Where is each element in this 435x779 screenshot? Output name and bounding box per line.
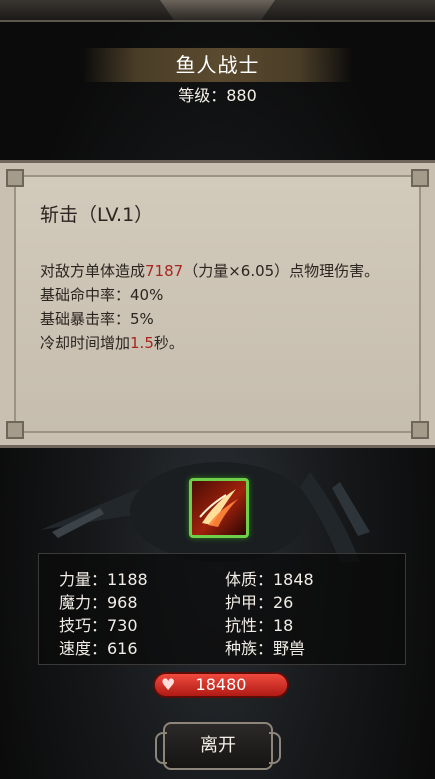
stat-race: 种族：野兽 — [225, 639, 306, 658]
hit-rate: 基础命中率：40% — [40, 286, 164, 304]
top-ornament — [0, 0, 435, 22]
hp-bar: ♥ 18480 — [153, 672, 289, 698]
stat-armor: 护甲：26 — [225, 593, 294, 612]
stat-strength: 力量：1188 — [59, 570, 148, 589]
monster-level: 等级：880 — [0, 82, 435, 106]
stat-skill: 技巧：730 — [59, 616, 138, 635]
monster-stats: 力量：1188 魔力：968 技巧：730 速度：616 体质：1848 护甲：… — [38, 553, 406, 665]
damage-value: 7187 — [145, 262, 184, 280]
hp-value: 18480 — [195, 675, 247, 694]
stat-constitution: 体质：1848 — [225, 570, 314, 589]
cooldown-value: 1.5 — [130, 334, 154, 352]
leave-button[interactable]: 离开 — [155, 722, 281, 770]
skill-description: 对敌方单体造成7187（力量×6.05）点物理伤害。 基础命中率：40% 基础暴… — [40, 259, 400, 355]
skill-title: 斩击（LV.1） — [40, 204, 154, 226]
level-label: 等级： — [178, 86, 227, 105]
level-value: 880 — [226, 86, 257, 105]
cooldown: 冷却时间增加1.5秒。 — [40, 334, 184, 352]
crit-rate: 基础暴击率：5% — [40, 310, 154, 328]
stat-resistance: 抗性：18 — [225, 616, 294, 635]
slash-skill-icon[interactable] — [189, 478, 249, 538]
stat-speed: 速度：616 — [59, 639, 138, 658]
stat-magic: 魔力：968 — [59, 593, 138, 612]
slash-icon — [199, 489, 238, 527]
monster-name: 鱼人战士 — [82, 48, 353, 82]
